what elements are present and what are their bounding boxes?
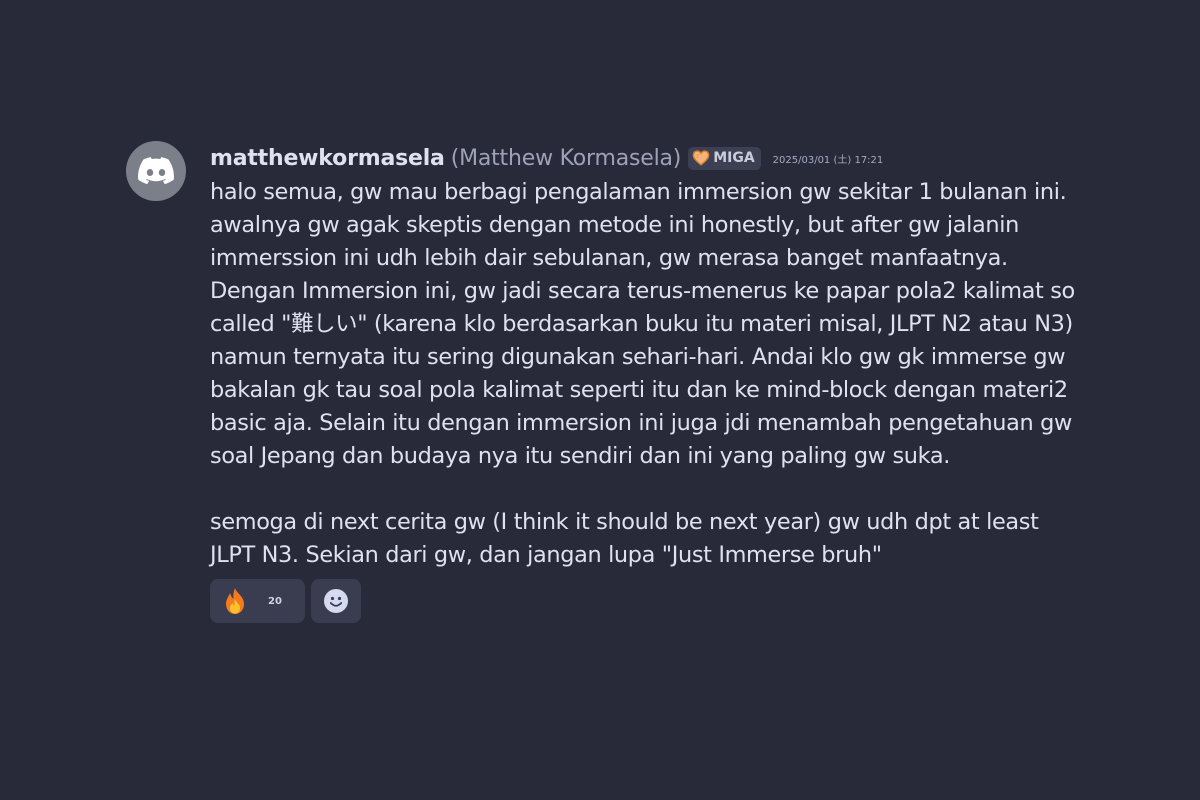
orange-heart-icon — [692, 150, 710, 166]
reaction-count: 20 — [268, 595, 282, 607]
timestamp: 2025/03/01 (土) 17:21 — [772, 154, 884, 166]
display-name: (Matthew Kormasela) — [450, 145, 682, 171]
message-content: matthewkormasela (Matthew Kormasela) MIG… — [210, 140, 1086, 623]
message-body: halo semua, gw mau berbagi pengalaman im… — [210, 176, 1086, 572]
avatar[interactable] — [126, 141, 186, 201]
server-tag[interactable]: MIGA — [688, 146, 761, 170]
fire-icon — [226, 588, 244, 614]
message-paragraph: semoga di next cerita gw (I think it sho… — [210, 509, 1039, 568]
message-paragraph: halo semua, gw mau berbagi pengalaman im… — [210, 179, 1075, 469]
username[interactable]: matthewkormasela — [210, 146, 445, 171]
reactions: 20 — [210, 579, 1086, 623]
message-header: matthewkormasela (Matthew Kormasela) MIG… — [210, 140, 1086, 176]
discord-logo-icon — [138, 157, 174, 185]
add-reaction-button[interactable] — [311, 579, 361, 623]
reaction-fire[interactable]: 20 — [210, 579, 305, 623]
smiley-add-reaction-icon — [324, 589, 348, 613]
server-tag-label: MIGA — [713, 150, 755, 166]
